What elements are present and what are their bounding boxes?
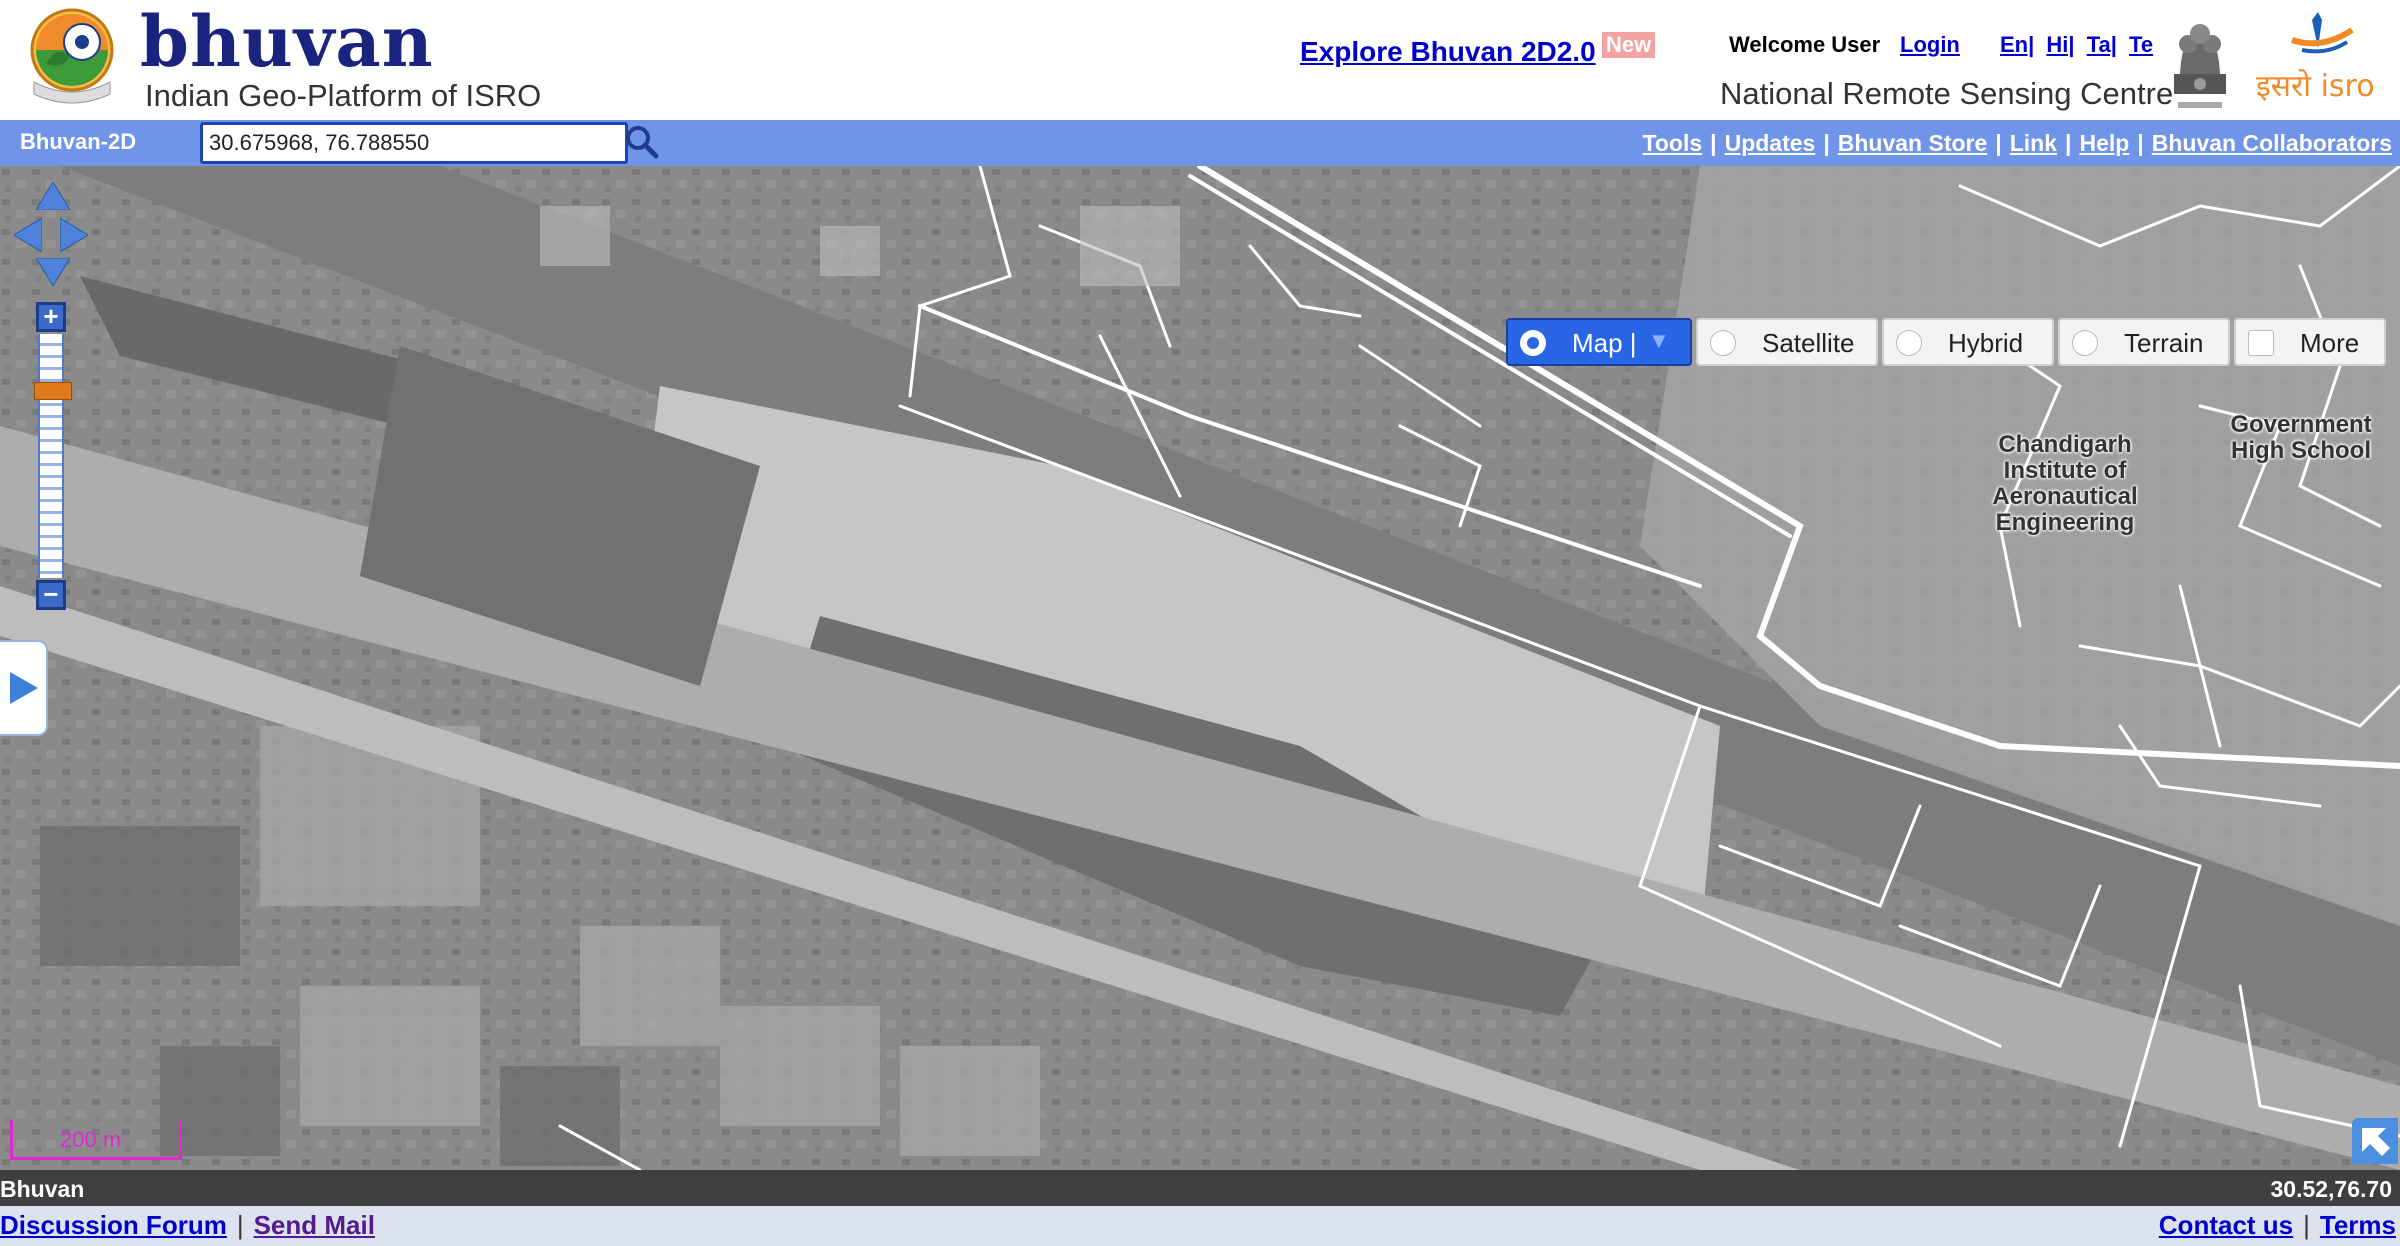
search-input[interactable]	[200, 122, 628, 164]
zoom-slider-handle[interactable]	[34, 382, 72, 400]
explore-bhuvan-2d2-link[interactable]: Explore Bhuvan 2D2.0	[1300, 36, 1596, 68]
zoom-in-button[interactable]: +	[36, 302, 66, 332]
language-switcher: En| Hi| Ta| Te	[2000, 32, 2159, 58]
brand-tagline: Indian Geo-Platform of ISRO	[145, 78, 542, 113]
scale-label: 200 m	[60, 1127, 122, 1152]
pan-left-icon[interactable]	[14, 218, 42, 252]
organization-name: National Remote Sensing Centre	[1720, 76, 2174, 111]
zoom-out-button[interactable]: −	[36, 580, 66, 610]
terms-link[interactable]: Terms	[2320, 1210, 2396, 1240]
layer-more-button[interactable]: More	[2234, 318, 2386, 366]
map-label-institute: Chandigarh Institute of Aeronautical Eng…	[1992, 431, 2138, 536]
national-emblem-icon	[2174, 24, 2226, 108]
contact-us-link[interactable]: Contact us	[2159, 1210, 2293, 1240]
radio-icon	[1896, 330, 1922, 356]
status-bar: Bhuvan 30.52,76.70	[0, 1170, 2400, 1206]
radio-icon	[1710, 330, 1736, 356]
status-coordinates: 30.52,76.70	[2270, 1176, 2392, 1202]
welcome-text: Welcome User	[1729, 32, 1881, 57]
map-canvas[interactable]: + − Map | ▼ Satellite Hybrid Terrain Mor…	[0, 166, 2400, 1170]
bhuvan-logo-icon[interactable]	[26, 4, 118, 112]
send-mail-link[interactable]: Send Mail	[254, 1210, 375, 1240]
layer-hybrid-button[interactable]: Hybrid	[1882, 318, 2054, 366]
pan-up-icon[interactable]	[36, 182, 70, 210]
search-icon[interactable]	[622, 122, 662, 162]
brand-name: bhuvan	[140, 0, 434, 83]
footer-separator: |	[2303, 1210, 2310, 1240]
nav-help-link[interactable]: Help	[2079, 130, 2129, 156]
expand-arrow-icon	[2362, 1128, 2390, 1156]
layer-satellite-button[interactable]: Satellite	[1696, 318, 1878, 366]
radio-selected-icon	[1520, 330, 1546, 356]
zoom-slider-track[interactable]	[38, 334, 64, 578]
status-app-name: Bhuvan	[0, 1176, 85, 1202]
layer-terrain-label: Terrain	[2124, 328, 2204, 358]
nav-updates-link[interactable]: Updates	[1725, 130, 1816, 156]
lang-english-link[interactable]: En|	[2000, 32, 2034, 57]
layer-terrain-button[interactable]: Terrain	[2058, 318, 2230, 366]
footer-right: Contact us | Terms	[2159, 1210, 2396, 1241]
pan-right-icon[interactable]	[60, 218, 88, 252]
nav-bhuvan-store-link[interactable]: Bhuvan Store	[1838, 130, 1988, 156]
lang-hindi-link[interactable]: Hi|	[2046, 32, 2074, 57]
login-link[interactable]: Login	[1900, 32, 1960, 58]
top-nav: Tools | Updates | Bhuvan Store | Link | Help | Bhu…	[1642, 130, 2392, 156]
new-badge: New	[1602, 32, 1656, 58]
side-panel-toggle[interactable]	[0, 640, 48, 736]
isro-logo-icon: इसरो isro	[2256, 12, 2375, 104]
layer-map-button[interactable]: Map | ▼	[1506, 318, 1692, 366]
layer-satellite-label: Satellite	[1762, 328, 1855, 358]
header: bhuvan Indian Geo-Platform of ISRO Explo…	[0, 0, 2400, 120]
layer-more-label: More	[2300, 328, 2360, 358]
footer-separator: |	[236, 1210, 244, 1240]
layer-map-label: Map |	[1572, 328, 1637, 358]
pan-down-icon[interactable]	[36, 258, 70, 286]
radio-icon	[2072, 330, 2098, 356]
map-label-school: Government High School	[2230, 411, 2372, 464]
app-label: Bhuvan-2D	[20, 129, 137, 154]
toolbar: Bhuvan-2D Tools|Updates|Bhuvan Store|Lin…	[0, 120, 2400, 166]
dropdown-arrow-icon[interactable]: ▼	[1648, 328, 1670, 354]
map-imagery[interactable]	[0, 166, 2400, 1170]
discussion-forum-link[interactable]: Discussion Forum	[0, 1210, 227, 1240]
nav-tools-link[interactable]: Tools	[1643, 130, 1703, 156]
play-arrow-icon	[10, 672, 38, 704]
isro-logo-text: इसरो isro	[2256, 69, 2375, 104]
lang-telugu-link[interactable]: Te	[2129, 32, 2153, 57]
nav-collaborators-link[interactable]: Bhuvan Collaborators	[2152, 130, 2392, 156]
footer-left: Discussion Forum | Send Mail	[0, 1210, 375, 1241]
lang-tamil-link[interactable]: Ta|	[2087, 32, 2117, 57]
overview-map-toggle[interactable]	[2352, 1118, 2398, 1164]
checkbox-icon	[2248, 330, 2274, 356]
layer-hybrid-label: Hybrid	[1948, 328, 2024, 358]
nav-link-link[interactable]: Link	[2010, 130, 2057, 156]
footer: Discussion Forum | Send Mail Contact us | Te…	[0, 1206, 2400, 1246]
